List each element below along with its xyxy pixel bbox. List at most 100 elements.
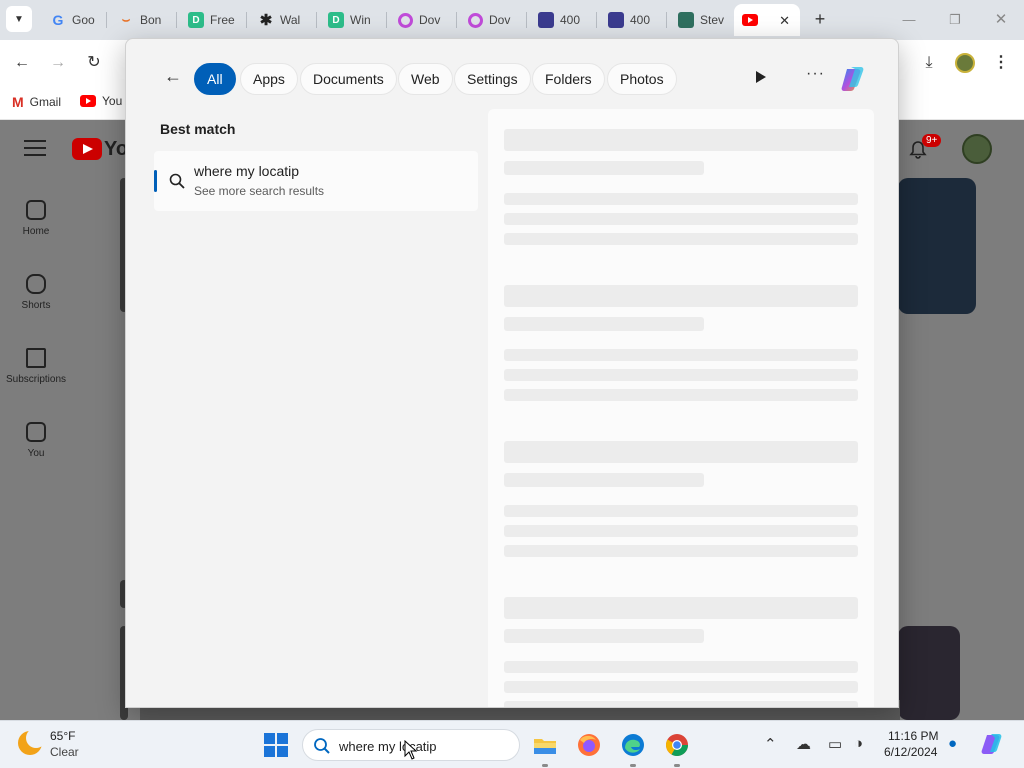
browser-tab[interactable]: Dov bbox=[390, 4, 452, 36]
edge-icon[interactable] bbox=[620, 732, 646, 758]
tab-divider bbox=[176, 12, 177, 28]
hamburger-menu-icon[interactable] bbox=[24, 140, 46, 156]
filter-tab-photos[interactable]: Photos bbox=[607, 63, 677, 95]
skeleton-line bbox=[504, 701, 858, 707]
browser-tab[interactable]: G Goo bbox=[42, 4, 104, 36]
back-arrow-icon[interactable]: ← bbox=[162, 65, 184, 87]
profile-avatar-icon[interactable] bbox=[952, 50, 978, 76]
browser-tab-active[interactable]: ✕ bbox=[734, 4, 800, 36]
forward-arrow-icon[interactable]: → bbox=[45, 50, 71, 76]
moon-weather-icon[interactable] bbox=[18, 728, 46, 755]
sidebar-item-label: Home bbox=[22, 226, 50, 237]
windows-start-icon[interactable] bbox=[264, 733, 288, 757]
tab-divider bbox=[526, 12, 527, 28]
preview-pane-loading bbox=[488, 109, 874, 707]
skeleton-line bbox=[504, 213, 858, 225]
sidebar-item-shorts[interactable]: Shorts bbox=[0, 274, 72, 311]
browser-tab[interactable]: Stev bbox=[670, 4, 730, 36]
skeleton-line bbox=[504, 661, 858, 673]
skeleton-line bbox=[504, 161, 704, 175]
tab-title: 400 bbox=[630, 13, 651, 27]
youtube-icon bbox=[742, 14, 758, 26]
filter-tab-web[interactable]: Web bbox=[398, 63, 453, 95]
skeleton-line bbox=[504, 681, 858, 693]
reload-icon[interactable]: ↻ bbox=[81, 50, 107, 76]
minimize-icon[interactable]: — bbox=[894, 8, 924, 32]
sidebar-item-home[interactable]: Home bbox=[0, 200, 72, 237]
notification-bell-icon[interactable]: ● bbox=[948, 735, 957, 752]
network-icon[interactable]: ◑ bbox=[854, 735, 863, 752]
clock-time[interactable]: 11:16 PM bbox=[888, 729, 938, 743]
file-explorer-icon[interactable] bbox=[532, 732, 558, 758]
taskbar-search-input[interactable] bbox=[339, 736, 509, 756]
tab-divider bbox=[456, 12, 457, 28]
more-menu-icon[interactable]: ⋮ bbox=[988, 50, 1014, 76]
skeleton-line bbox=[504, 193, 858, 205]
bookmark-youtube[interactable]: You bbox=[80, 94, 122, 108]
tab-divider bbox=[666, 12, 667, 28]
best-match-heading: Best match bbox=[160, 121, 236, 137]
close-tab-icon[interactable]: ✕ bbox=[779, 13, 790, 29]
start-tile bbox=[277, 733, 288, 744]
chrome-icon[interactable] bbox=[664, 732, 690, 758]
skeleton-line bbox=[504, 389, 858, 401]
running-indicator bbox=[542, 764, 548, 767]
browser-tab[interactable]: 400 bbox=[600, 4, 662, 36]
filter-tab-all[interactable]: All bbox=[194, 63, 236, 95]
notification-count-badge: 9+ bbox=[922, 134, 942, 147]
browser-tab[interactable]: Dov bbox=[460, 4, 522, 36]
skeleton-line bbox=[504, 505, 858, 517]
youtube-logo-icon[interactable] bbox=[72, 138, 102, 160]
window-close-icon[interactable]: ✕ bbox=[986, 8, 1016, 32]
browser-tab[interactable]: ✱ Wal bbox=[250, 4, 312, 36]
tab-title: Free bbox=[210, 13, 235, 27]
skeleton-line bbox=[504, 525, 858, 537]
skeleton-line bbox=[504, 233, 858, 245]
clock-date[interactable]: 6/12/2024 bbox=[884, 745, 937, 759]
onedrive-offline-icon[interactable]: ☁ bbox=[796, 735, 811, 753]
skeleton-line bbox=[504, 473, 704, 487]
d-icon: D bbox=[188, 12, 204, 28]
download-icon[interactable]: ⤓ bbox=[916, 50, 942, 76]
video-thumbnail[interactable] bbox=[898, 178, 976, 314]
browser-tab[interactable]: ⌣ Bon bbox=[110, 4, 172, 36]
image-icon bbox=[538, 12, 554, 28]
tab-divider bbox=[106, 12, 107, 28]
taskbar: 65°F Clear ⌃ ☁ ▭ ◑ 11:16 PM 6/12/2024 ● bbox=[0, 720, 1024, 768]
bookmark-gmail[interactable]: M Gmail bbox=[12, 94, 61, 110]
filter-tab-apps[interactable]: Apps bbox=[240, 63, 298, 95]
tab-title: Wal bbox=[280, 13, 301, 27]
restore-icon[interactable]: ❐ bbox=[940, 8, 970, 32]
filter-tab-settings[interactable]: Settings bbox=[454, 63, 531, 95]
copilot-icon[interactable] bbox=[838, 63, 870, 95]
display-icon[interactable]: ▭ bbox=[828, 735, 842, 753]
play-icon[interactable] bbox=[756, 71, 766, 83]
show-hidden-icons-chevron-icon[interactable]: ⌃ bbox=[764, 735, 777, 753]
more-options-icon[interactable]: ··· bbox=[806, 65, 825, 83]
weather-temperature[interactable]: 65°F bbox=[50, 729, 75, 743]
sidebar-item-subscriptions[interactable]: Subscriptions bbox=[0, 348, 72, 385]
video-thumbnail[interactable] bbox=[898, 626, 960, 720]
best-match-result[interactable]: where my locatip See more search results bbox=[154, 151, 478, 211]
browser-tab[interactable]: D Free bbox=[180, 4, 242, 36]
browser-tab[interactable]: 400 bbox=[530, 4, 592, 36]
weather-condition[interactable]: Clear bbox=[50, 745, 79, 759]
new-tab-button[interactable]: + bbox=[808, 8, 832, 32]
tab-search-dropdown-button[interactable]: ▼ bbox=[6, 6, 32, 32]
back-arrow-icon[interactable]: ← bbox=[9, 50, 35, 76]
skeleton-line bbox=[504, 129, 858, 151]
tab-title: 400 bbox=[560, 13, 581, 27]
filter-tab-documents[interactable]: Documents bbox=[300, 63, 397, 95]
tab-title: Dov bbox=[419, 13, 441, 27]
skeleton-line bbox=[504, 349, 858, 361]
start-tile bbox=[277, 746, 288, 757]
browser-tab[interactable]: D Win bbox=[320, 4, 382, 36]
filter-tab-folders[interactable]: Folders bbox=[532, 63, 605, 95]
result-subtitle: See more search results bbox=[194, 184, 325, 198]
sidebar-item-you[interactable]: You bbox=[0, 422, 72, 459]
firefox-icon[interactable] bbox=[576, 732, 602, 758]
account-avatar[interactable] bbox=[962, 134, 992, 164]
copilot-taskbar-icon[interactable] bbox=[980, 731, 1006, 757]
google-icon: G bbox=[52, 12, 64, 28]
ring-icon bbox=[398, 12, 413, 28]
